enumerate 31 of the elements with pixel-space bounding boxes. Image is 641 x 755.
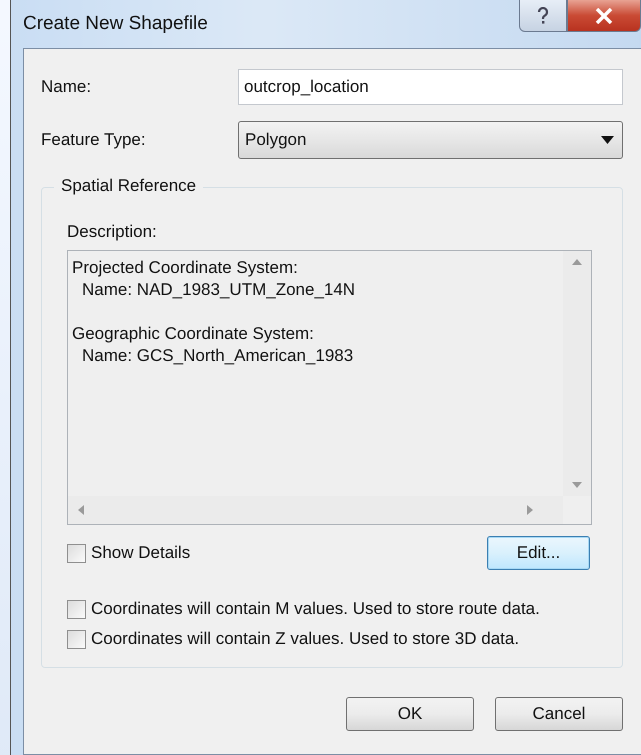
dropdown-arrow-icon [601, 136, 614, 144]
feature-type-dropdown[interactable]: Polygon [238, 121, 623, 159]
window-title: Create New Shapefile [23, 13, 208, 35]
scroll-down-icon[interactable] [572, 482, 582, 488]
checkbox[interactable] [67, 544, 86, 562]
name-label: Name: [41, 77, 92, 97]
feature-type-label: Feature Type: [41, 130, 147, 150]
description-text: Geographic Coordinate System: [72, 323, 315, 345]
description-label: Description: [67, 222, 158, 242]
scroll-up-icon[interactable] [572, 259, 582, 265]
close-icon [595, 8, 613, 24]
checkbox-label: Show Details [91, 543, 190, 563]
group-title: Spatial Reference [54, 176, 204, 196]
description-text: Name: NAD_1983_UTM_Zone_14N [81, 279, 356, 301]
checkbox-label: Coordinates will contain M values. Used to store route data. [91, 599, 540, 619]
description-text: Name: GCS_North_American_1983 [81, 345, 354, 367]
edit-button[interactable]: Edit... [487, 536, 590, 570]
checkbox-label: Coordinates will contain Z values. Used to store 3D data. [91, 629, 520, 649]
horizontal-scrollbar[interactable] [68, 496, 563, 524]
cancel-button[interactable]: Cancel [495, 697, 623, 731]
name-field[interactable]: outcrop_location [238, 69, 623, 105]
close-button[interactable] [567, 0, 641, 32]
checkbox[interactable] [67, 600, 86, 618]
vertical-scrollbar[interactable] [563, 251, 591, 496]
scroll-right-icon[interactable] [527, 505, 533, 515]
scroll-left-icon[interactable] [78, 505, 84, 515]
checkbox[interactable] [67, 630, 86, 648]
ok-button[interactable]: OK [346, 697, 474, 731]
help-button[interactable] [519, 0, 567, 32]
description-text: Projected Coordinate System: [72, 257, 299, 279]
help-icon [537, 6, 549, 24]
